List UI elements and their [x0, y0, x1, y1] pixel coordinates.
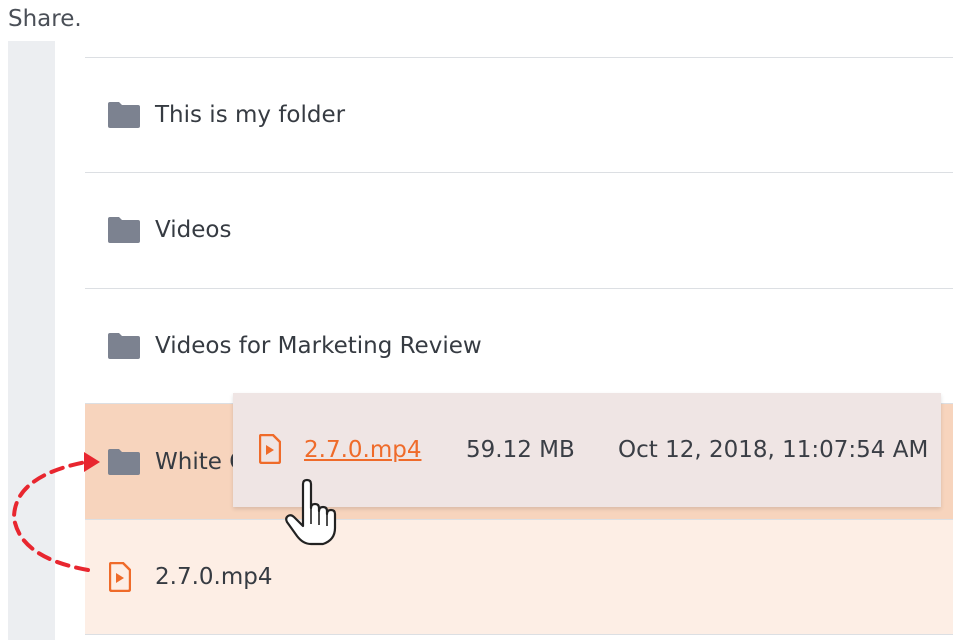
file-name: 2.7.0.mp4: [155, 564, 273, 590]
list-item-folder[interactable]: This is my folder: [85, 57, 953, 172]
folder-name: Videos for Marketing Review: [155, 333, 482, 359]
drag-file-date: Oct 12, 2018, 11:07:54 AM: [618, 437, 929, 463]
folder-icon: [108, 217, 140, 243]
folder-name: This is my folder: [155, 102, 346, 128]
list-item-folder[interactable]: Videos for Marketing Review: [85, 288, 953, 403]
folder-icon: [108, 333, 140, 359]
page-header-text: Share.: [8, 6, 82, 32]
video-file-icon: [109, 562, 131, 592]
list-item-folder[interactable]: Videos: [85, 172, 953, 287]
drag-file-size: 59.12 MB: [466, 437, 575, 463]
folder-icon: [108, 102, 140, 128]
folder-name: Videos: [155, 217, 232, 243]
list-item-file[interactable]: 2.7.0.mp4: [85, 519, 953, 635]
move-arrow-icon: [11, 452, 100, 572]
video-file-icon: [259, 434, 281, 464]
folder-icon: [108, 448, 140, 475]
folder-name: White C: [155, 448, 246, 475]
hand-pointer-cursor-icon: [285, 478, 337, 546]
